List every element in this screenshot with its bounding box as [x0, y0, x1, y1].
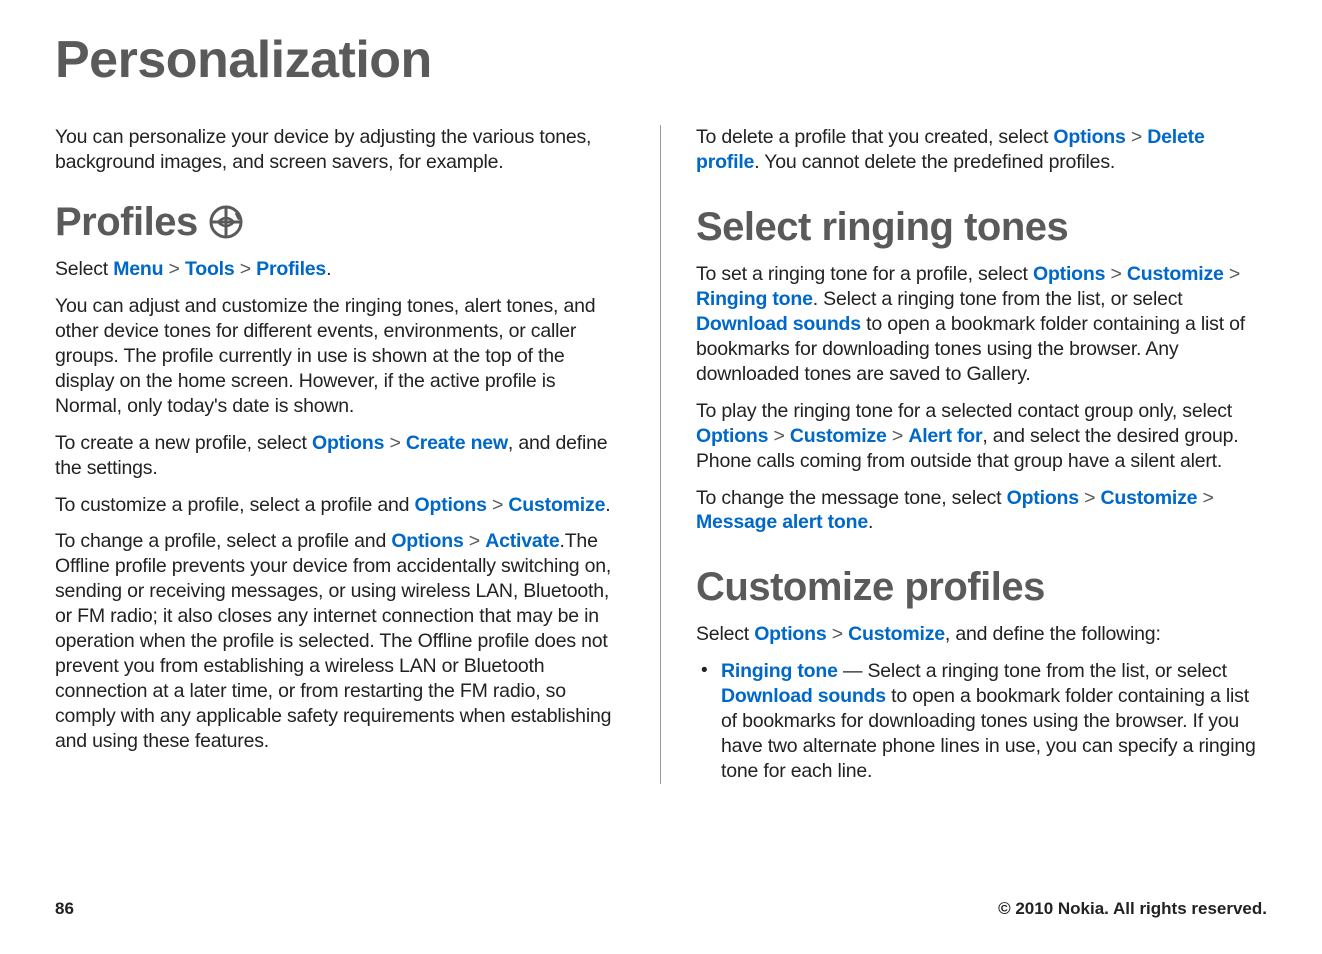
- page-number: 86: [55, 899, 74, 919]
- ringing-p1: To set a ringing tone for a profile, sel…: [696, 262, 1267, 387]
- chevron-right-icon: >: [235, 258, 257, 280]
- chevron-right-icon: >: [1197, 487, 1213, 509]
- chevron-right-icon: >: [826, 623, 848, 645]
- ringing-p2: To play the ringing tone for a selected …: [696, 399, 1267, 474]
- profiles-change: To change a profile, select a profile an…: [55, 529, 625, 754]
- text: .: [326, 258, 331, 280]
- column-left: You can personalize your device by adjus…: [55, 125, 661, 784]
- customize-link[interactable]: Customize: [1101, 487, 1198, 509]
- chevron-right-icon: >: [487, 494, 509, 516]
- chevron-right-icon: >: [1105, 263, 1127, 285]
- menu-link[interactable]: Menu: [113, 258, 163, 280]
- download-sounds-link[interactable]: Download sounds: [696, 313, 861, 335]
- ringing-p3: To change the message tone, select Optio…: [696, 486, 1267, 536]
- profiles-link[interactable]: Profiles: [256, 258, 326, 280]
- options-link[interactable]: Options: [415, 494, 487, 516]
- text: To create a new profile, select: [55, 432, 312, 454]
- copyright: © 2010 Nokia. All rights reserved.: [998, 899, 1267, 919]
- alert-for-link[interactable]: Alert for: [908, 425, 982, 447]
- chevron-right-icon: >: [384, 432, 406, 454]
- create-new-link[interactable]: Create new: [406, 432, 508, 454]
- content-columns: You can personalize your device by adjus…: [55, 125, 1267, 784]
- column-right: To delete a profile that you created, se…: [661, 125, 1267, 784]
- page-title: Personalization: [55, 30, 1267, 90]
- intro-paragraph: You can personalize your device by adjus…: [55, 125, 625, 175]
- options-link[interactable]: Options: [696, 425, 768, 447]
- text: . Select a ringing tone from the list, o…: [813, 288, 1183, 310]
- chevron-right-icon: >: [464, 530, 486, 552]
- options-link[interactable]: Options: [391, 530, 463, 552]
- text: Select: [696, 623, 754, 645]
- ringing-heading: Select ringing tones: [696, 205, 1267, 250]
- text: .: [605, 494, 610, 516]
- customize-link[interactable]: Customize: [790, 425, 887, 447]
- options-link[interactable]: Options: [1007, 487, 1079, 509]
- profiles-heading: Profiles: [55, 200, 625, 245]
- tools-link[interactable]: Tools: [185, 258, 235, 280]
- activate-link[interactable]: Activate: [485, 530, 559, 552]
- options-link[interactable]: Options: [1033, 263, 1105, 285]
- ringing-tone-link[interactable]: Ringing tone: [696, 288, 813, 310]
- profiles-nav: Select Menu > Tools > Profiles.: [55, 257, 625, 282]
- text: — Select a ringing tone from the list, o…: [838, 660, 1227, 682]
- text: To customize a profile, select a profile…: [55, 494, 415, 516]
- chevron-right-icon: >: [163, 258, 185, 280]
- options-link[interactable]: Options: [312, 432, 384, 454]
- profiles-customize: To customize a profile, select a profile…: [55, 493, 625, 518]
- customize-list: Ringing tone — Select a ringing tone fro…: [696, 659, 1267, 784]
- text: . You cannot delete the predefined profi…: [754, 151, 1115, 173]
- text: To set a ringing tone for a profile, sel…: [696, 263, 1033, 285]
- text: .The Offline profile prevents your devic…: [55, 530, 611, 752]
- text: To delete a profile that you created, se…: [696, 126, 1053, 148]
- chevron-right-icon: >: [887, 425, 909, 447]
- chevron-right-icon: >: [768, 425, 790, 447]
- list-item: Ringing tone — Select a ringing tone fro…: [696, 659, 1267, 784]
- profiles-icon: [208, 204, 244, 240]
- chevron-right-icon: >: [1126, 126, 1148, 148]
- text: Select: [55, 258, 113, 280]
- profiles-delete: To delete a profile that you created, se…: [696, 125, 1267, 175]
- customize-link[interactable]: Customize: [848, 623, 945, 645]
- text: To play the ringing tone for a selected …: [696, 400, 1232, 422]
- page-footer: 86 © 2010 Nokia. All rights reserved.: [55, 899, 1267, 919]
- profiles-create: To create a new profile, select Options …: [55, 431, 625, 481]
- message-alert-link[interactable]: Message alert tone: [696, 511, 868, 533]
- chevron-right-icon: >: [1224, 263, 1240, 285]
- options-link[interactable]: Options: [754, 623, 826, 645]
- text: .: [868, 511, 873, 533]
- customize-link[interactable]: Customize: [508, 494, 605, 516]
- profiles-body: You can adjust and customize the ringing…: [55, 294, 625, 419]
- download-sounds-link[interactable]: Download sounds: [721, 685, 886, 707]
- profiles-heading-text: Profiles: [55, 200, 198, 245]
- custom-p1: Select Options > Customize, and define t…: [696, 622, 1267, 647]
- chevron-right-icon: >: [1079, 487, 1101, 509]
- ringing-tone-link[interactable]: Ringing tone: [721, 660, 838, 682]
- text: , and define the following:: [945, 623, 1161, 645]
- text: To change the message tone, select: [696, 487, 1007, 509]
- customize-profiles-heading: Customize profiles: [696, 565, 1267, 610]
- options-link[interactable]: Options: [1053, 126, 1125, 148]
- text: To change a profile, select a profile an…: [55, 530, 391, 552]
- customize-link[interactable]: Customize: [1127, 263, 1224, 285]
